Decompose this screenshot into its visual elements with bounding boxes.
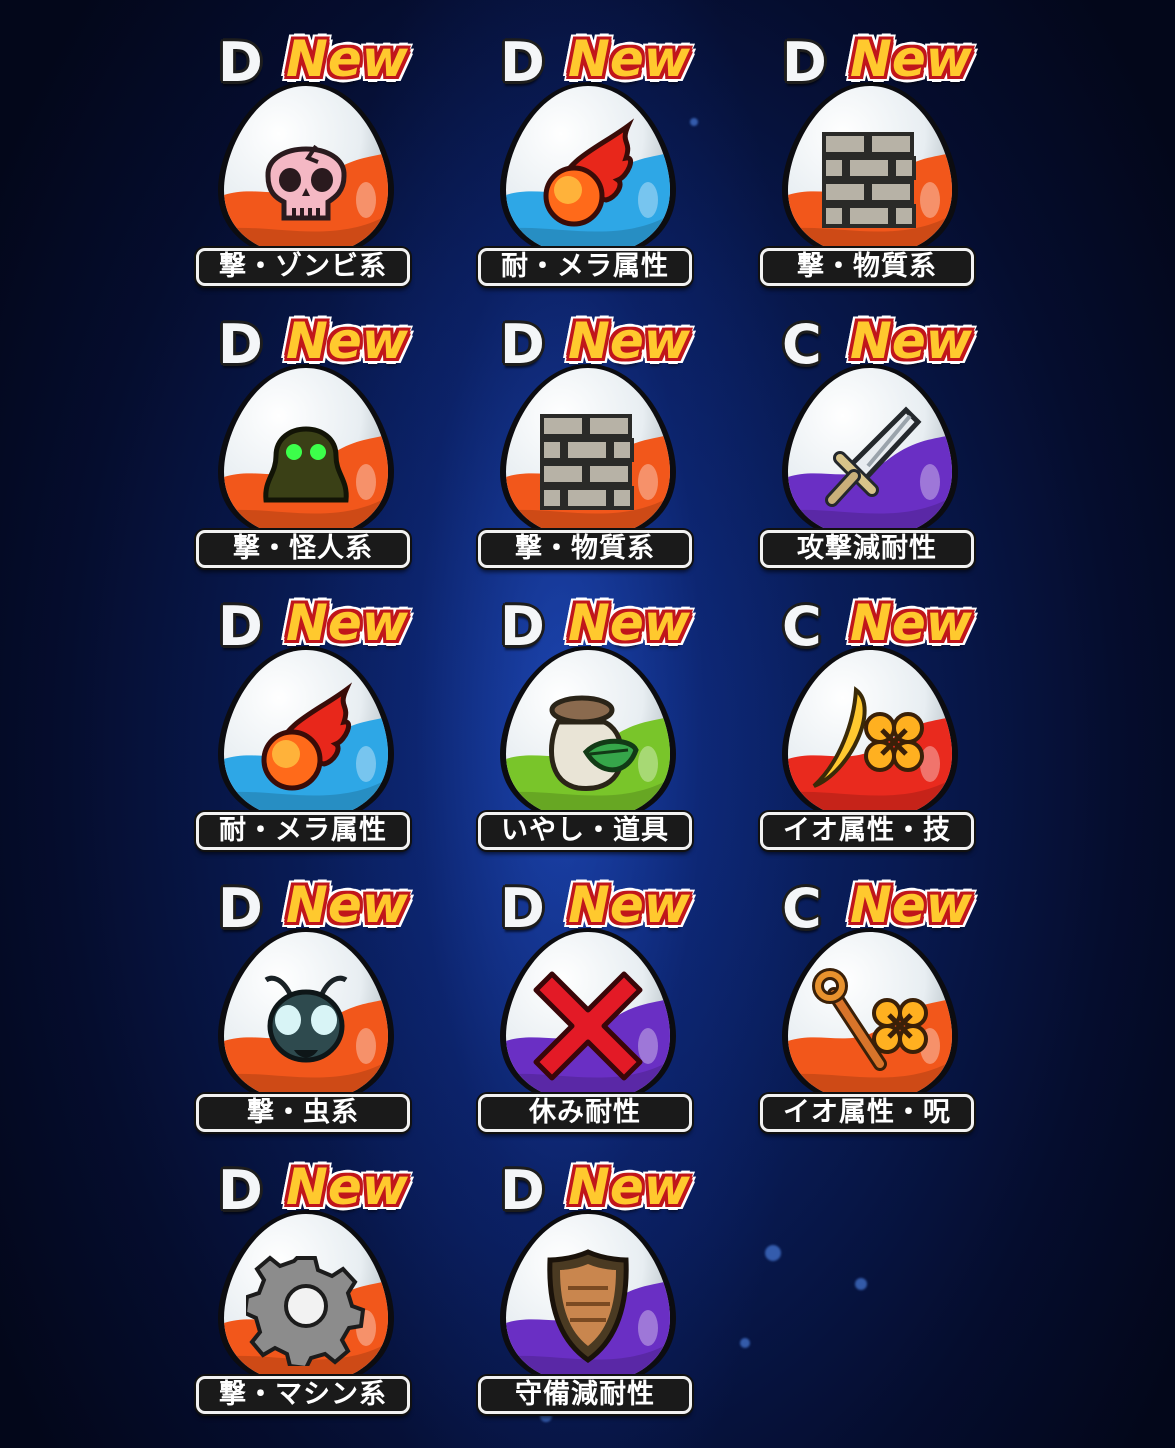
new-badge: New [850,30,972,88]
grade-letter: C [782,595,822,658]
brick-wall-icon [528,400,648,520]
orb-card[interactable]: D New 撃・物質系 [760,30,1000,298]
new-badge: New [286,876,408,934]
skull-icon [246,118,366,238]
orb-label: 撃・怪人系 [196,530,410,568]
orb-card[interactable]: D New 撃・ゾンビ系 [196,30,436,298]
orb-card[interactable]: D New 撃・虫系 [196,876,436,1144]
orb-label: 攻撃減耐性 [760,530,974,568]
grade-letter: D [500,31,545,94]
grade-letter: D [218,31,263,94]
new-badge: New [850,312,972,370]
new-badge: New [286,30,408,88]
orb-label: イオ属性・呪 [760,1094,974,1132]
orb-label: 撃・マシン系 [196,1376,410,1414]
grade-letter: D [218,313,263,376]
orb-label: 休み耐性 [478,1094,692,1132]
fireball-icon [246,682,366,802]
orb-card[interactable]: C New イオ属性・呪 [760,876,1000,1144]
fireball-icon [528,118,648,238]
grade-letter: D [782,31,827,94]
new-badge: New [568,594,690,652]
grade-letter: D [218,877,263,940]
insect-icon [246,964,366,1084]
new-badge: New [568,876,690,934]
orb-card[interactable]: D New 耐・メラ属性 [478,30,718,298]
new-badge: New [568,30,690,88]
orb-card[interactable]: D New 撃・怪人系 [196,312,436,580]
orb-label: 耐・メラ属性 [196,812,410,850]
boomerang-clover-icon [810,682,930,802]
grade-letter: C [782,313,822,376]
grade-letter: D [500,877,545,940]
ghost-icon [246,400,366,520]
new-badge: New [286,1158,408,1216]
shield-icon [528,1246,648,1366]
herb-bag-icon [528,682,648,802]
orb-grid: D New 撃・ゾンビ系 D New 耐・メラ属性 D New 撃・物質系 D … [0,0,1175,1448]
grade-letter: D [218,1159,263,1222]
orb-card[interactable]: D New 撃・物質系 [478,312,718,580]
orb-label: 耐・メラ属性 [478,248,692,286]
brick-wall-icon [810,118,930,238]
orb-label: 撃・虫系 [196,1094,410,1132]
grade-letter: D [500,595,545,658]
orb-card[interactable]: D New 耐・メラ属性 [196,594,436,862]
new-badge: New [286,594,408,652]
orb-label: 守備減耐性 [478,1376,692,1414]
orb-card[interactable]: C New 攻撃減耐性 [760,312,1000,580]
gear-icon [242,1246,366,1371]
orb-card[interactable]: C New イオ属性・技 [760,594,1000,862]
grade-letter: D [218,595,263,658]
new-badge: New [568,312,690,370]
new-badge: New [286,312,408,370]
orb-label: 撃・物質系 [760,248,974,286]
staff-clover-icon [810,964,930,1084]
grade-letter: D [500,313,545,376]
orb-label: 撃・物質系 [478,530,692,568]
orb-card[interactable]: D New 撃・マシン系 [196,1158,436,1426]
orb-label: 撃・ゾンビ系 [196,248,410,286]
orb-card[interactable]: D New 守備減耐性 [478,1158,718,1426]
orb-card[interactable]: D New いやし・道具 [478,594,718,862]
grade-letter: D [500,1159,545,1222]
x-mark-icon [528,964,648,1084]
orb-label: イオ属性・技 [760,812,974,850]
orb-card[interactable]: D New 休み耐性 [478,876,718,1144]
new-badge: New [850,876,972,934]
grade-letter: C [782,877,822,940]
sword-icon [810,400,930,520]
new-badge: New [568,1158,690,1216]
orb-label: いやし・道具 [478,812,692,850]
new-badge: New [850,594,972,652]
